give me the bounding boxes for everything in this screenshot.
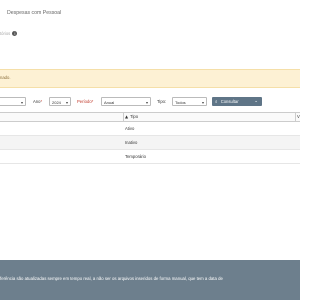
tipo-label: Tipo: [157, 99, 167, 104]
column-header-tipo[interactable]: ▲ Tipo [125, 114, 138, 120]
table-row[interactable]: Temporário [0, 150, 300, 164]
chevron-down-icon: ▾ [20, 100, 23, 105]
column-divider[interactable] [123, 113, 124, 121]
cell-tipo: Temporário [125, 154, 146, 159]
chevron-down-icon: ▾ [201, 100, 204, 105]
info-icon[interactable]: i [12, 31, 18, 37]
footer-text: ferência são atualizadas sempre em tempo… [0, 276, 223, 281]
ano-select-value: 2024 [52, 100, 61, 105]
chevron-down-icon: ▾ [145, 100, 148, 105]
column-divider[interactable] [295, 113, 296, 121]
column-header-v[interactable]: V [297, 114, 300, 120]
chevron-down-icon: ⌄ [254, 99, 258, 104]
cell-tipo: Ativo [125, 126, 135, 131]
alert-banner: nado. [0, 69, 300, 88]
table-row[interactable]: Ativo [0, 122, 300, 136]
table-header: ▲ Tipo V [0, 112, 300, 122]
alert-text: nado. [0, 75, 11, 80]
tipo-select-value: Todos [175, 100, 186, 105]
page-subtitle: tórios i [0, 31, 18, 37]
chevron-down-icon: ▾ [65, 100, 68, 105]
footer-bar: ferência são atualizadas sempre em tempo… [0, 260, 300, 300]
first-select[interactable]: ▾ [0, 97, 26, 106]
ano-select[interactable]: 2024 ▾ [49, 97, 71, 106]
subtitle-text: tórios [0, 31, 11, 36]
consultar-button[interactable]: ⌕ Consultar ⌄ [212, 97, 262, 106]
ano-label: Ano* [33, 99, 43, 104]
tipo-select[interactable]: Todos ▾ [172, 97, 207, 106]
cell-tipo: Inativo [125, 140, 138, 145]
table-row[interactable]: Inativo [0, 136, 300, 150]
sort-asc-icon: ▲ [125, 114, 129, 119]
results-table: ▲ Tipo V Ativo Inativo Temporário [0, 112, 300, 164]
periodo-select[interactable]: Anual ▾ [101, 97, 151, 106]
page-title: Despesas com Pessoal [7, 10, 62, 16]
periodo-label: Período* [77, 99, 94, 104]
periodo-select-value: Anual [104, 100, 115, 105]
consultar-label: Consultar [220, 99, 239, 104]
search-icon: ⌕ [215, 100, 218, 105]
filter-bar: ▾ Ano* 2024 ▾ Período* Anual ▾ Tipo: Tod… [0, 97, 300, 109]
